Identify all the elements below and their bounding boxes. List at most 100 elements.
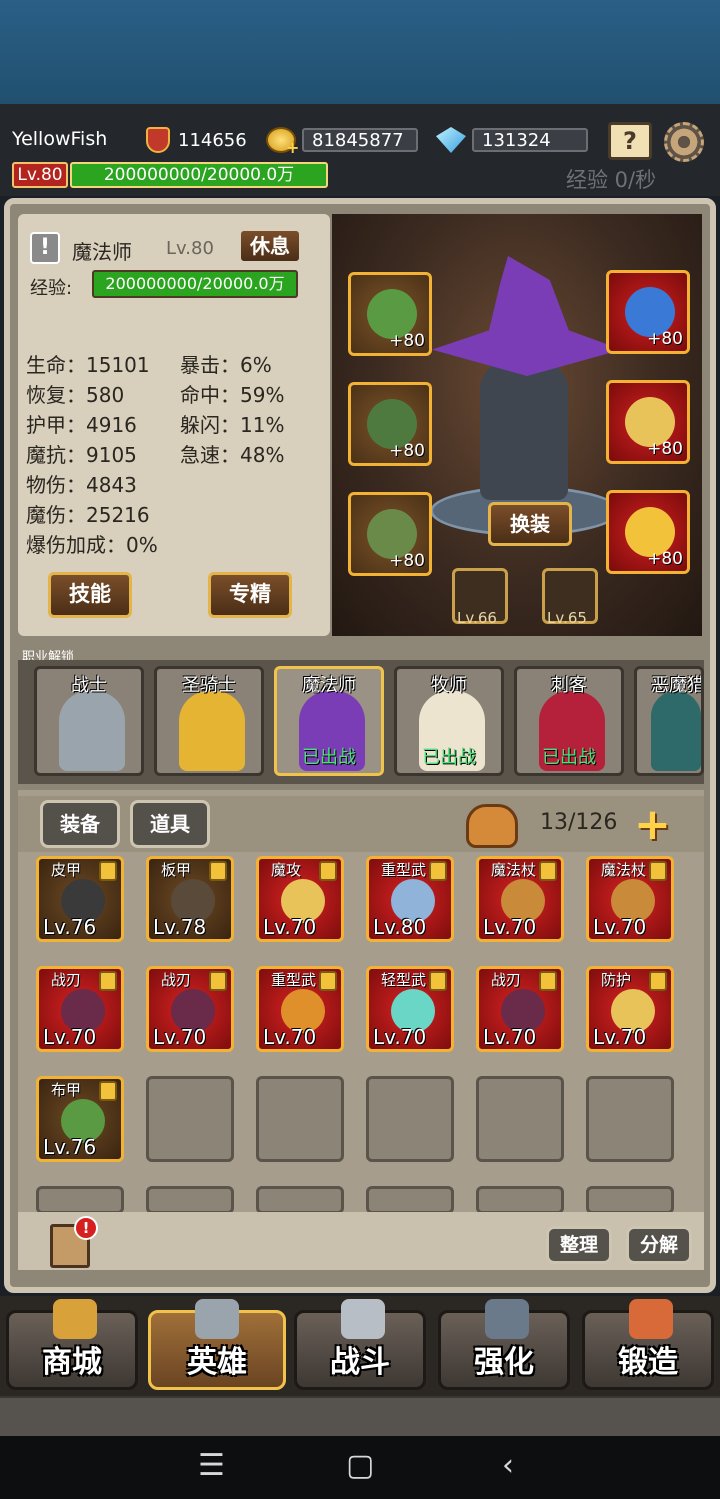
power-value: 114656 [178,129,247,151]
diamond-icon [436,127,466,153]
paladin-portrait [179,691,245,771]
empty-slot[interactable] [366,1186,454,1214]
inventory-item[interactable]: 布甲 Lv.76 [36,1076,124,1162]
lock-icon [539,971,557,991]
empty-slot[interactable] [146,1186,234,1214]
empty-slot[interactable] [476,1186,564,1214]
nav-battle[interactable]: 战斗 [294,1299,426,1390]
sort-button[interactable]: 整理 [546,1226,612,1264]
demon-hunter-portrait [651,691,701,771]
power-stat: 114656 [146,126,247,154]
empty-slot[interactable] [36,1186,124,1214]
job-card-mage[interactable]: 魔法师 已出战 [274,666,384,776]
equip-slot-helmet[interactable]: +80 [348,272,432,356]
empty-slot[interactable] [586,1186,674,1214]
job-card-warrior[interactable]: 战士 [34,666,144,776]
nav-shop[interactable]: 商城 [6,1299,138,1390]
stats-right: 暴击：6% 命中：59% 躲闪：11% 急速：48% [180,350,284,470]
inventory-item[interactable]: 皮甲 Lv.76 [36,856,124,942]
lock-icon [429,971,447,991]
inventory-item[interactable]: 魔法杖 Lv.70 [586,856,674,942]
lock-icon [99,861,117,881]
exp-rate: 经验 0/秒 [566,168,657,192]
inventory-item[interactable]: 战刃 Lv.70 [476,966,564,1052]
inventory-item[interactable]: 魔法杖 Lv.70 [476,856,564,942]
hero-exp-label: 经验: [30,278,73,299]
inventory-item[interactable]: 轻型武 Lv.70 [366,966,454,1052]
back-icon[interactable]: ‹ [502,1448,514,1483]
stat-crit: 暴击：6% [180,353,272,377]
empty-slot[interactable] [256,1076,344,1162]
equip-slot-armor[interactable]: +80 [348,382,432,466]
lock-icon [209,971,227,991]
stat-dodge: 躲闪：11% [180,413,285,437]
job-card-paladin[interactable]: 圣骑士 [154,666,264,776]
equip-slot-accessory[interactable]: +80 [606,380,690,464]
job-card-priest[interactable]: 牧师 已出战 [394,666,504,776]
inventory-item[interactable]: 重型武 Lv.70 [256,966,344,1052]
stat-crit-dmg: 爆伤加成：0% [26,533,158,557]
stat-armor: 护甲：4916 [26,413,137,437]
stat-phys-dmg: 物伤：4843 [26,473,137,497]
equip-slot-ring[interactable]: +80 [606,490,690,574]
inventory-item[interactable]: 板甲 Lv.78 [146,856,234,942]
empty-slot[interactable] [256,1186,344,1214]
recent-apps-icon[interactable]: ☰ [198,1448,225,1483]
specialization-button[interactable]: 专精 [208,572,292,618]
system-nav-bar: ☰ ▢ ‹ [0,1436,720,1499]
gold-coin-icon: + [266,127,299,156]
inventory-item[interactable]: 战刃 Lv.70 [146,966,234,1052]
stat-haste: 急速：48% [180,443,285,467]
hero-exp-bar: 200000000/20000.0万 [92,270,298,298]
notification-badge: ! [74,1216,98,1240]
expand-bag-icon[interactable]: + [634,803,682,848]
equip-slot-boots[interactable]: +80 [348,492,432,576]
empty-slot[interactable] [146,1076,234,1162]
gem-value: 131324 [482,129,551,151]
alert-icon[interactable]: ! [30,232,60,264]
help-book-icon[interactable]: ? [608,122,652,160]
inventory-item[interactable]: 防护 Lv.70 [586,966,674,1052]
stat-hp: 生命：15101 [26,353,150,377]
lock-icon [319,861,337,881]
lock-icon [209,861,227,881]
inventory-item[interactable]: 战刃 Lv.70 [36,966,124,1052]
lock-icon [649,861,667,881]
nav-enhance[interactable]: 强化 [438,1299,570,1390]
gem-slot-1[interactable]: Lv.66 [452,568,508,627]
job-card-assassin[interactable]: 刺客 已出战 [514,666,624,776]
empty-slot[interactable] [476,1076,564,1162]
hammer-icon [485,1299,529,1339]
lock-icon [99,971,117,991]
home-icon[interactable]: ▢ [346,1448,374,1483]
change-outfit-button[interactable]: 换装 [488,502,572,546]
rest-button[interactable]: 休息 [238,228,302,264]
player-level: Lv.80 [12,162,68,188]
tab-equipment[interactable]: 装备 [40,800,120,848]
stat-magic-resist: 魔抗：9105 [26,443,137,467]
gold-stat[interactable]: + 81845877 [266,126,418,156]
stone-floor [0,1396,720,1436]
bag-count: 13/126 [540,810,618,835]
job-card-demon-hunter[interactable]: 恶魔猎 [634,666,704,776]
tab-items[interactable]: 道具 [130,800,210,848]
lock-icon [539,861,557,881]
empty-slot[interactable] [586,1076,674,1162]
gem-slot-2[interactable]: Lv.65 [542,568,598,627]
settings-gear-icon[interactable] [664,122,704,162]
inventory-item[interactable]: 魔攻 Lv.70 [256,856,344,942]
nav-forge[interactable]: 锻造 [582,1299,714,1390]
inventory-item[interactable]: 重型武 Lv.80 [366,856,454,942]
equip-slot-amulet[interactable]: +80 [606,270,690,354]
skill-button[interactable]: 技能 [48,572,132,618]
gold-value: 81845877 [312,129,404,151]
gem-stat[interactable]: 131324 [436,126,588,154]
empty-slot[interactable] [366,1076,454,1162]
bag-icon [466,804,518,848]
player-name: YellowFish [12,128,108,150]
stat-regen: 恢复：580 [26,383,125,407]
lock-icon [649,971,667,991]
decompose-button[interactable]: 分解 [626,1226,692,1264]
player-exp-bar: 200000000/20000.0万 [70,162,328,188]
nav-hero[interactable]: 英雄 [148,1299,286,1390]
